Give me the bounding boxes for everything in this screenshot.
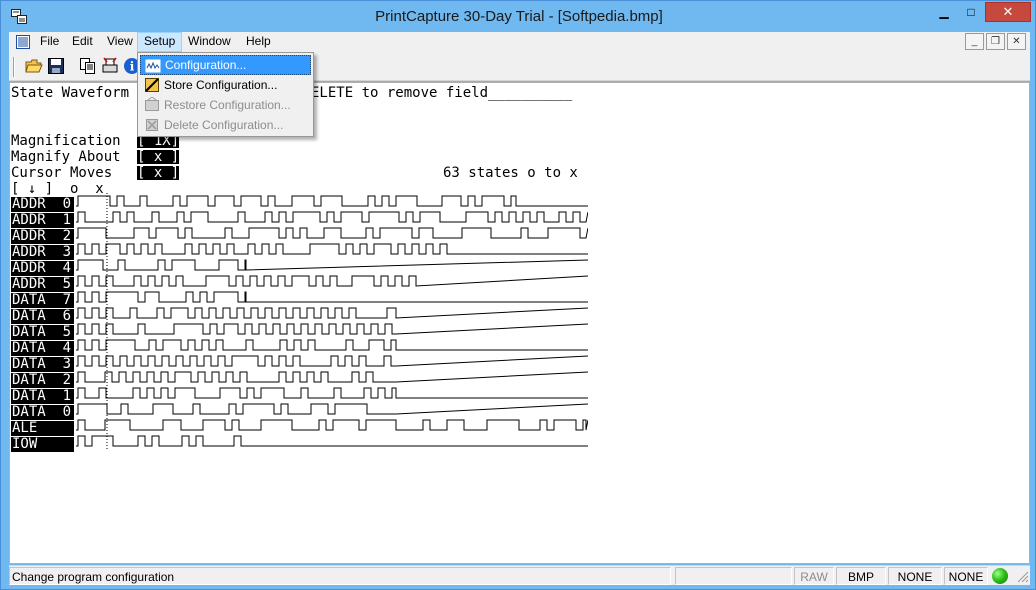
menu-item-label: Store Configuration...: [164, 78, 278, 92]
status-message: Change program configuration: [9, 567, 671, 585]
menu-window[interactable]: Window: [182, 32, 237, 52]
store-configuration-icon: [145, 78, 159, 92]
signal-label[interactable]: ALE: [11, 421, 74, 436]
status-field-1: NONE: [888, 567, 942, 585]
setup-menu-dropdown: Configuration... Store Configuration... …: [137, 52, 314, 137]
cursor-moves-label: Cursor Moves: [11, 165, 113, 181]
mdi-restore-button[interactable]: ❐: [986, 33, 1005, 50]
menu-file[interactable]: File: [34, 32, 65, 52]
waveform-trace: [76, 339, 588, 351]
magnify-about-field[interactable]: [ x ]: [137, 150, 180, 164]
waveform-trace: [76, 275, 588, 287]
delete-configuration-icon: [146, 119, 158, 131]
maximize-button[interactable]: □: [958, 2, 984, 22]
menu-item-restore-configuration[interactable]: Restore Configuration...: [140, 95, 311, 115]
states-count: 63 states o to x: [443, 165, 578, 181]
document-header-left: State Waveform: [11, 85, 130, 101]
waveform-trace: [76, 355, 588, 367]
app-window: PrintCapture 30-Day Trial - [Softpedia.b…: [0, 0, 1036, 590]
mdi-minimize-button[interactable]: _: [965, 33, 984, 50]
signal-label[interactable]: DATA 5: [11, 325, 74, 340]
signal-label[interactable]: DATA 4: [11, 341, 74, 356]
magnify-about-label: Magnify About: [11, 149, 121, 165]
document-icon[interactable]: [15, 34, 31, 50]
window-title: PrintCapture 30-Day Trial - [Softpedia.b…: [375, 8, 663, 25]
signal-label[interactable]: DATA 0: [11, 405, 74, 420]
magnification-label: Magnification: [11, 133, 121, 149]
waveform-trace: [76, 435, 588, 447]
title-bar[interactable]: PrintCapture 30-Day Trial - [Softpedia.b…: [1, 1, 1036, 32]
signal-label[interactable]: IOW: [11, 437, 74, 452]
signal-label[interactable]: ADDR 0: [11, 197, 74, 212]
menu-help[interactable]: Help: [240, 32, 277, 52]
menu-item-store-configuration[interactable]: Store Configuration...: [140, 75, 311, 95]
signal-label[interactable]: ADDR 2: [11, 229, 74, 244]
menu-item-configuration[interactable]: Configuration...: [140, 55, 311, 75]
mdi-close-button[interactable]: ✕: [1007, 33, 1026, 50]
status-led-icon: [992, 568, 1008, 584]
menu-item-delete-configuration[interactable]: Delete Configuration...: [140, 115, 311, 135]
status-field-2: NONE: [944, 567, 988, 585]
status-raw: RAW: [794, 567, 834, 585]
save-icon[interactable]: [47, 57, 65, 75]
configuration-icon: [145, 59, 161, 73]
menu-view[interactable]: View: [101, 32, 139, 52]
menu-bar: File Edit View Setup Window Help _ ❐ ✕: [9, 32, 1030, 52]
waveform-trace: [76, 259, 588, 271]
menu-item-label: Configuration...: [165, 58, 247, 72]
close-button[interactable]: ✕: [985, 2, 1031, 22]
status-bar: Change program configuration RAW BMP NON…: [9, 565, 1030, 585]
document-header-right: ELETE to remove field__________: [311, 85, 573, 101]
menu-edit[interactable]: Edit: [66, 32, 99, 52]
open-folder-icon[interactable]: [25, 57, 43, 75]
toolbar-grip[interactable]: [13, 57, 15, 77]
waveform-plot[interactable]: [76, 193, 588, 455]
signal-label[interactable]: DATA 7: [11, 293, 74, 308]
waveform-trace: [76, 227, 588, 239]
waveform-trace: [76, 419, 588, 431]
waveform-trace: [76, 243, 588, 255]
waveform-trace: [76, 323, 588, 335]
waveform-trace: [76, 387, 588, 399]
menu-item-label: Delete Configuration...: [164, 118, 284, 132]
status-pane-empty: [675, 567, 792, 585]
waveform-trace: [76, 371, 588, 383]
signal-label[interactable]: DATA 3: [11, 357, 74, 372]
signal-label[interactable]: ADDR 1: [11, 213, 74, 228]
signal-label[interactable]: DATA 6: [11, 309, 74, 324]
copy-icon[interactable]: [79, 57, 97, 75]
signal-label[interactable]: ADDR 3: [11, 245, 74, 260]
signal-label[interactable]: DATA 2: [11, 373, 74, 388]
status-format: BMP: [836, 567, 886, 585]
menu-setup[interactable]: Setup: [137, 32, 183, 52]
waveform-trace: [76, 307, 588, 319]
signal-label[interactable]: DATA 1: [11, 389, 74, 404]
waveform-trace: [76, 195, 588, 207]
waveform-document[interactable]: State Waveform ELETE to remove field____…: [9, 82, 1030, 564]
cursor-moves-field[interactable]: [ x ]: [137, 166, 180, 180]
signal-label[interactable]: ADDR 5: [11, 277, 74, 292]
mdi-controls: _ ❐ ✕: [965, 33, 1026, 50]
minimize-button[interactable]: ▁: [931, 2, 957, 22]
waveform-trace: [76, 291, 588, 303]
resize-grip-icon[interactable]: [1017, 571, 1029, 583]
waveform-trace: [76, 403, 588, 415]
restore-configuration-icon: [145, 97, 159, 111]
menu-item-label: Restore Configuration...: [164, 98, 291, 112]
waveform-trace: [76, 211, 588, 223]
print-setup-icon[interactable]: [101, 57, 119, 75]
svg-text:i: i: [130, 60, 135, 74]
signal-label[interactable]: ADDR 4: [11, 261, 74, 276]
